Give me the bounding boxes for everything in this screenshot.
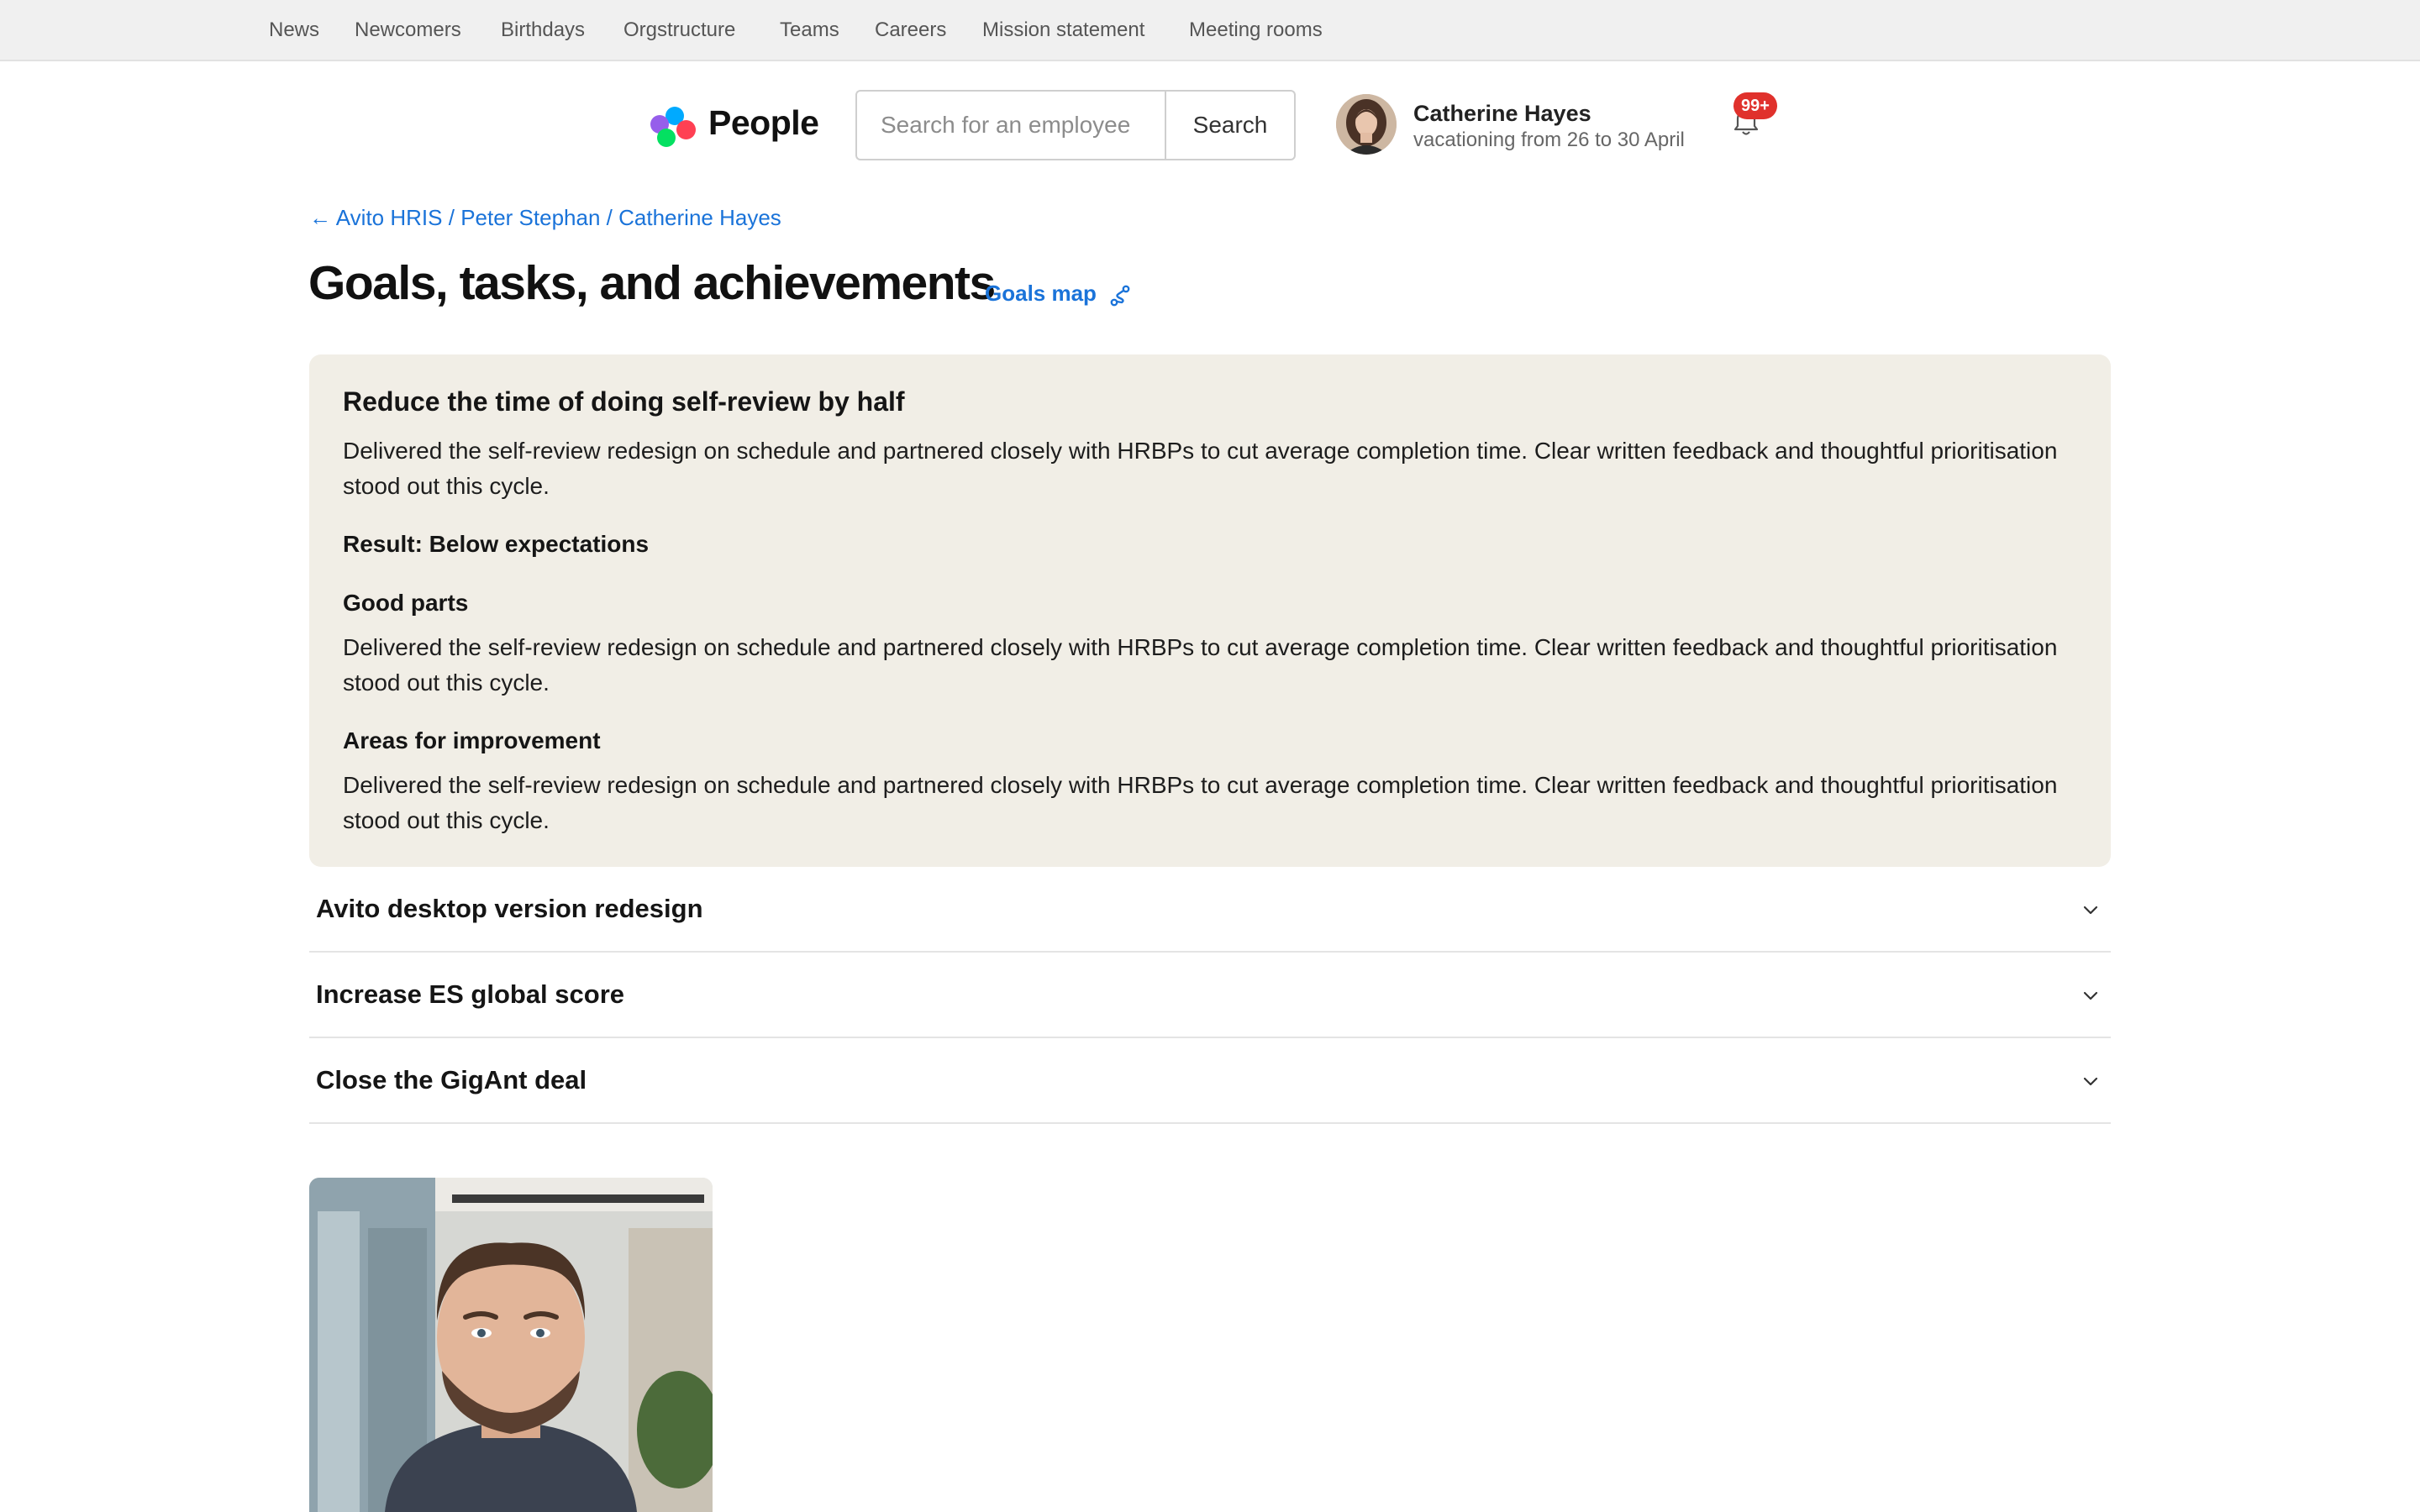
chevron-down-icon[interactable] — [2081, 900, 2101, 920]
breadcrumb-separator: / — [448, 205, 455, 230]
goals-map-link[interactable]: Goals map — [985, 281, 1097, 307]
employee-photo — [309, 1178, 713, 1512]
back-arrow-icon[interactable]: ← — [309, 205, 331, 230]
improvement-heading: Areas for improvement — [343, 727, 601, 753]
goal-accordion-item[interactable]: Increase ES global score — [309, 954, 2111, 1038]
good-parts-heading: Good parts — [343, 590, 469, 616]
people-logo-icon[interactable] — [650, 107, 696, 147]
user-vacation-status: vacationing from 26 to 30 April — [1413, 129, 1685, 151]
breadcrumb-item[interactable]: Peter Stephan — [460, 205, 600, 230]
search-button[interactable]: Search — [1165, 90, 1296, 160]
goal-accordion-title[interactable]: Avito desktop version redesign — [316, 894, 703, 924]
nav-birthdays[interactable]: Birthdays — [501, 18, 585, 42]
page-title: Goals, tasks, and achievements — [308, 256, 996, 310]
goal-accordion-item[interactable]: Avito desktop version redesign — [309, 869, 2111, 953]
nav-news[interactable]: News — [269, 18, 319, 42]
nav-orgstructure[interactable]: Orgstructure — [623, 18, 735, 42]
expanded-goal-card: Reduce the time of doing self-review by … — [309, 354, 2111, 867]
nav-meeting-rooms[interactable]: Meeting rooms — [1189, 18, 1323, 42]
logo-text[interactable]: People — [708, 103, 819, 143]
breadcrumb-item[interactable]: Avito HRIS — [336, 205, 443, 230]
breadcrumb-separator: / — [606, 205, 613, 230]
user-avatar[interactable] — [1336, 94, 1397, 155]
top-navigation: News Newcomers Birthdays Orgstructure Te… — [0, 0, 2420, 61]
goal-accordion-title[interactable]: Increase ES global score — [316, 979, 624, 1010]
good-parts-text: Delivered the self-review redesign on sc… — [343, 634, 2058, 696]
goals-map-icon[interactable] — [1107, 283, 1133, 308]
nav-careers[interactable]: Careers — [875, 18, 946, 42]
employee-search-input[interactable] — [855, 90, 1165, 160]
improvement-text: Delivered the self-review redesign on sc… — [343, 772, 2058, 833]
chevron-down-icon[interactable] — [2081, 985, 2101, 1005]
nav-mission-statement[interactable]: Mission statement — [982, 18, 1144, 42]
breadcrumb-item[interactable]: Catherine Hayes — [618, 205, 781, 230]
chevron-down-icon[interactable] — [2081, 1071, 2101, 1091]
goal-result: Result: Below expectations — [343, 531, 650, 557]
goal-title[interactable]: Reduce the time of doing self-review by … — [343, 386, 905, 417]
goal-summary: Delivered the self-review redesign on sc… — [343, 438, 2058, 499]
goal-accordion-item[interactable]: Close the GigAnt deal — [309, 1040, 2111, 1124]
app-header: People Search Catherine Hayes vacationin… — [0, 61, 2420, 187]
breadcrumb: ← Avito HRIS / Peter Stephan / Catherine… — [309, 205, 781, 231]
nav-newcomers[interactable]: Newcomers — [355, 18, 461, 42]
notifications-badge: 99+ — [1733, 92, 1777, 119]
goal-accordion-title[interactable]: Close the GigAnt deal — [316, 1065, 587, 1095]
user-name[interactable]: Catherine Hayes — [1413, 101, 1591, 127]
nav-teams[interactable]: Teams — [780, 18, 839, 42]
